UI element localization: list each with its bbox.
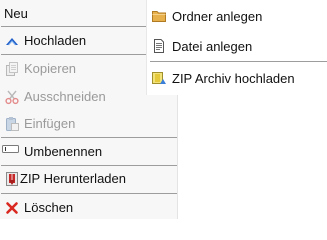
rename-field-icon — [2, 144, 20, 160]
menu-item-loeschen[interactable]: Löschen — [0, 197, 177, 219]
menu-item-einfuegen[interactable]: Einfügen — [0, 113, 177, 135]
submenu-item-zip-archiv-hochladen[interactable]: ZIP Archiv hochladen — [151, 67, 323, 89]
menu-separator — [1, 193, 177, 194]
menu-item-zip-herunterladen[interactable]: ZIP Herunterladen — [0, 168, 177, 190]
menu-item-label: Kopieren — [24, 61, 77, 76]
menu-separator — [1, 165, 177, 166]
submenu-item-datei-anlegen[interactable]: Datei anlegen — [151, 35, 323, 57]
zip-download-icon — [4, 171, 20, 187]
copy-icon — [4, 61, 20, 77]
menu-item-label: Umbenennen — [24, 144, 103, 159]
zip-upload-icon — [151, 70, 167, 86]
file-icon — [151, 38, 167, 54]
menu-item-label: Hochladen — [24, 33, 87, 48]
upload-chevron-icon — [4, 33, 20, 49]
scissors-icon — [4, 89, 20, 105]
menu-item-label: Ausschneiden — [24, 89, 106, 104]
menu-item-label: Einfügen — [24, 116, 76, 131]
submenu-separator — [150, 61, 327, 62]
delete-x-icon — [4, 200, 20, 216]
menu-item-label: ZIP Herunterladen — [20, 171, 126, 186]
menu-item-label: Löschen — [24, 200, 74, 215]
submenu-item-label: Ordner anlegen — [172, 8, 263, 24]
submenu-neu: Ordner anlegen Datei anlegen ZIP Archiv … — [146, 0, 327, 95]
submenu-item-label: Datei anlegen — [172, 38, 253, 54]
submenu-item-label: ZIP Archiv hochladen — [172, 70, 295, 86]
paste-icon — [4, 116, 20, 132]
menu-separator — [1, 137, 177, 138]
menu-item-umbenennen[interactable]: Umbenennen — [0, 141, 177, 163]
menu-item-label: Neu — [4, 5, 28, 21]
folder-icon — [151, 8, 167, 24]
submenu-item-ordner-anlegen[interactable]: Ordner anlegen — [151, 5, 323, 27]
